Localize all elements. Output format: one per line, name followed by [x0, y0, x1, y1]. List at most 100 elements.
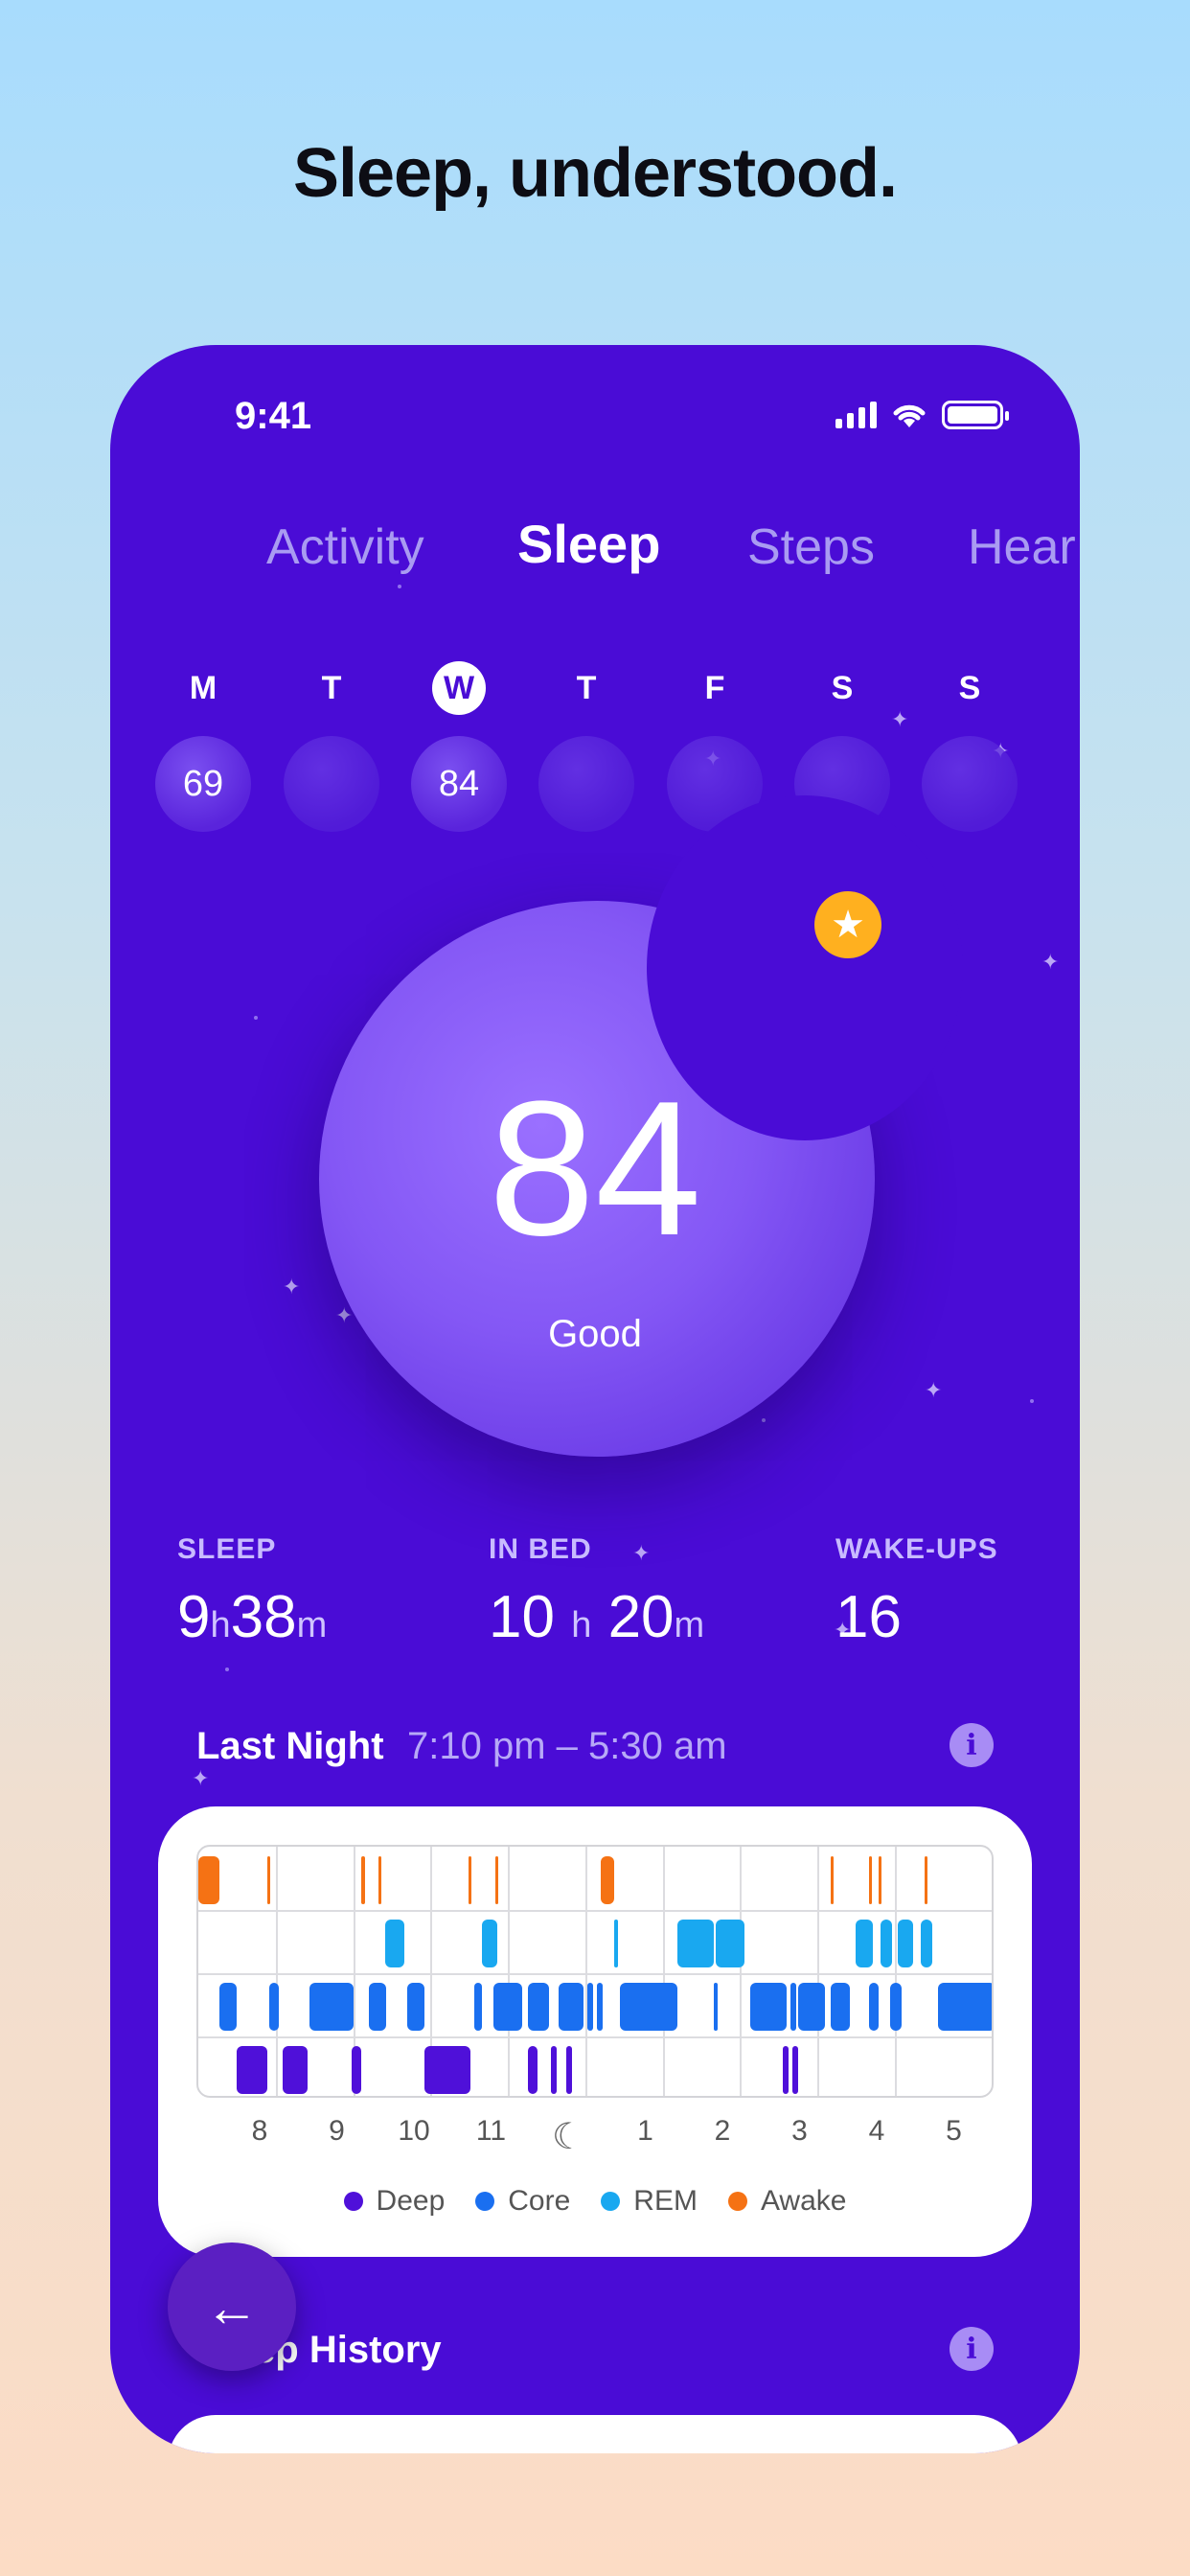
legend-item: REM: [601, 2185, 698, 2218]
cellular-signal-icon: [835, 402, 877, 428]
sleep-stage-segment: [482, 1920, 497, 1967]
sleep-stage-segment: [856, 1920, 873, 1967]
last-night-title: Last Night: [196, 1725, 384, 1767]
sleep-stage-segment: [551, 2046, 557, 2094]
sleep-stage-segment: [831, 1983, 850, 2031]
sleep-stage-segment: [614, 1920, 618, 1967]
sleep-score-value: 84: [488, 1062, 702, 1276]
sleep-stage-segment: [493, 1983, 522, 2031]
sleep-stage-segment: [269, 1983, 279, 2031]
day-moon-icon: [922, 736, 1018, 832]
info-icon[interactable]: i: [950, 1723, 994, 1767]
time-tick: 3: [791, 2115, 808, 2147]
sleep-stage-segment: [385, 1920, 404, 1967]
sleep-stage-segment: [792, 2046, 798, 2094]
day-score: 69: [155, 736, 251, 832]
day-sunday[interactable]: S: [917, 661, 1022, 832]
metric-sleep: SLEEP 9h38m: [177, 1533, 328, 1650]
sleep-stage-segment: [714, 1983, 718, 2031]
tab-sleep[interactable]: Sleep: [517, 513, 660, 575]
sleep-stages-card: 8 9 10 11 ☾ 1 2 3 4 5 Deep Core REM Awake: [158, 1806, 1032, 2257]
status-bar: 9:41: [110, 395, 1080, 443]
sleep-stage-segment: [309, 1983, 354, 2031]
sleep-stage-segment: [559, 1983, 584, 2031]
sleep-stage-segment: [620, 1983, 677, 2031]
sleep-stage-segment: [798, 1983, 825, 2031]
sleep-stage-segment: [237, 2046, 267, 2094]
sleep-stage-segment: [869, 1856, 872, 1904]
headline: Sleep, understood.: [292, 135, 898, 212]
last-night-header: Last Night 7:10 pm – 5:30 am i: [196, 1723, 994, 1782]
tab-steps[interactable]: Steps: [747, 518, 875, 576]
metric-wakeups: WAKE-UPS 16: [835, 1533, 998, 1650]
sleep-stage-segment: [921, 1920, 932, 1967]
sleep-stage-segment: [283, 2046, 308, 2094]
legend-item: Core: [475, 2185, 570, 2218]
sleep-stage-segment: [378, 1856, 381, 1904]
back-button[interactable]: ←: [168, 2242, 296, 2371]
sleep-score-label: Good: [548, 1313, 642, 1355]
time-tick: 9: [329, 2115, 345, 2147]
day-thursday[interactable]: T: [534, 661, 639, 832]
sleep-stage-segment: [361, 1856, 365, 1904]
tab-heart[interactable]: Hear: [968, 518, 1076, 576]
moon-icon: ☾: [551, 2117, 585, 2157]
legend-item: Awake: [727, 2185, 846, 2218]
day-moon-icon: [284, 736, 379, 832]
last-night-range: 7:10 pm – 5:30 am: [407, 1725, 727, 1767]
sleep-stage-segment: [566, 2046, 572, 2094]
sleep-stage-segment: [898, 1920, 913, 1967]
sleep-stage-segment: [587, 1983, 593, 2031]
legend-item: Deep: [343, 2185, 445, 2218]
time-tick: 5: [946, 2115, 962, 2147]
time-tick: 11: [475, 2115, 507, 2147]
sleep-stage-segment: [869, 1983, 879, 2031]
day-score: 84: [411, 736, 507, 832]
sleep-stage-segment: [677, 1920, 714, 1967]
metric-in-bed: IN BED 10 h 20m: [489, 1533, 705, 1650]
sleep-stage-segment: [407, 1983, 424, 2031]
sleep-stage-segment: [219, 1983, 237, 2031]
sleep-stage-segment: [424, 2046, 470, 2094]
sleep-history-card: [168, 2415, 1022, 2453]
sleep-stage-segment: [601, 1856, 614, 1904]
sleep-stages-chart: [196, 1845, 994, 2098]
info-icon[interactable]: i: [950, 2327, 994, 2371]
sleep-stage-segment: [716, 1920, 744, 1967]
day-moon-icon: [538, 736, 634, 832]
time-tick: 2: [714, 2115, 731, 2147]
star-icon[interactable]: ★: [814, 891, 881, 958]
sleep-stage-segment: [597, 1983, 603, 2031]
day-tuesday[interactable]: T: [279, 661, 384, 832]
sleep-stage-segment: [267, 1856, 270, 1904]
sleep-stage-segment: [790, 1983, 796, 2031]
sleep-stage-segment: [881, 1920, 892, 1967]
chart-legend: Deep Core REM Awake: [158, 2185, 1032, 2219]
sleep-stage-segment: [528, 1983, 549, 2031]
sleep-stage-segment: [925, 1856, 927, 1904]
time-tick: 8: [251, 2115, 268, 2147]
day-wednesday[interactable]: W 84: [406, 661, 512, 832]
sleep-stage-segment: [831, 1856, 834, 1904]
sleep-stage-segment: [890, 1983, 902, 2031]
sleep-stage-segment: [879, 1856, 881, 1904]
phone-screen: ✦ ✦ ✦ ✦ ✦ ✦ ✦ ✦ ✦ ✦ ✦ ✦ 9:41: [110, 345, 1080, 2453]
tab-activity[interactable]: Activity: [266, 518, 424, 576]
time-tick: 4: [868, 2115, 885, 2147]
sleep-stage-segment: [938, 1983, 992, 2031]
sleep-stage-segment: [352, 2046, 361, 2094]
time-tick: 10: [398, 2115, 430, 2147]
sleep-stage-segment: [783, 2046, 789, 2094]
sleep-stage-segment: [474, 1983, 482, 2031]
sleep-stage-segment: [495, 1856, 498, 1904]
status-time: 9:41: [235, 395, 312, 437]
time-tick: 1: [637, 2115, 653, 2147]
sleep-stage-segment: [750, 1983, 787, 2031]
wifi-icon: [893, 404, 926, 427]
sleep-stage-segment: [469, 1856, 471, 1904]
arrow-left-icon: ←: [205, 2276, 259, 2337]
tab-bar: Activity Sleep Steps Hear: [110, 513, 1080, 580]
day-monday[interactable]: M 69: [150, 661, 256, 832]
sleep-stage-segment: [369, 1983, 386, 2031]
sleep-stage-segment: [528, 2046, 538, 2094]
